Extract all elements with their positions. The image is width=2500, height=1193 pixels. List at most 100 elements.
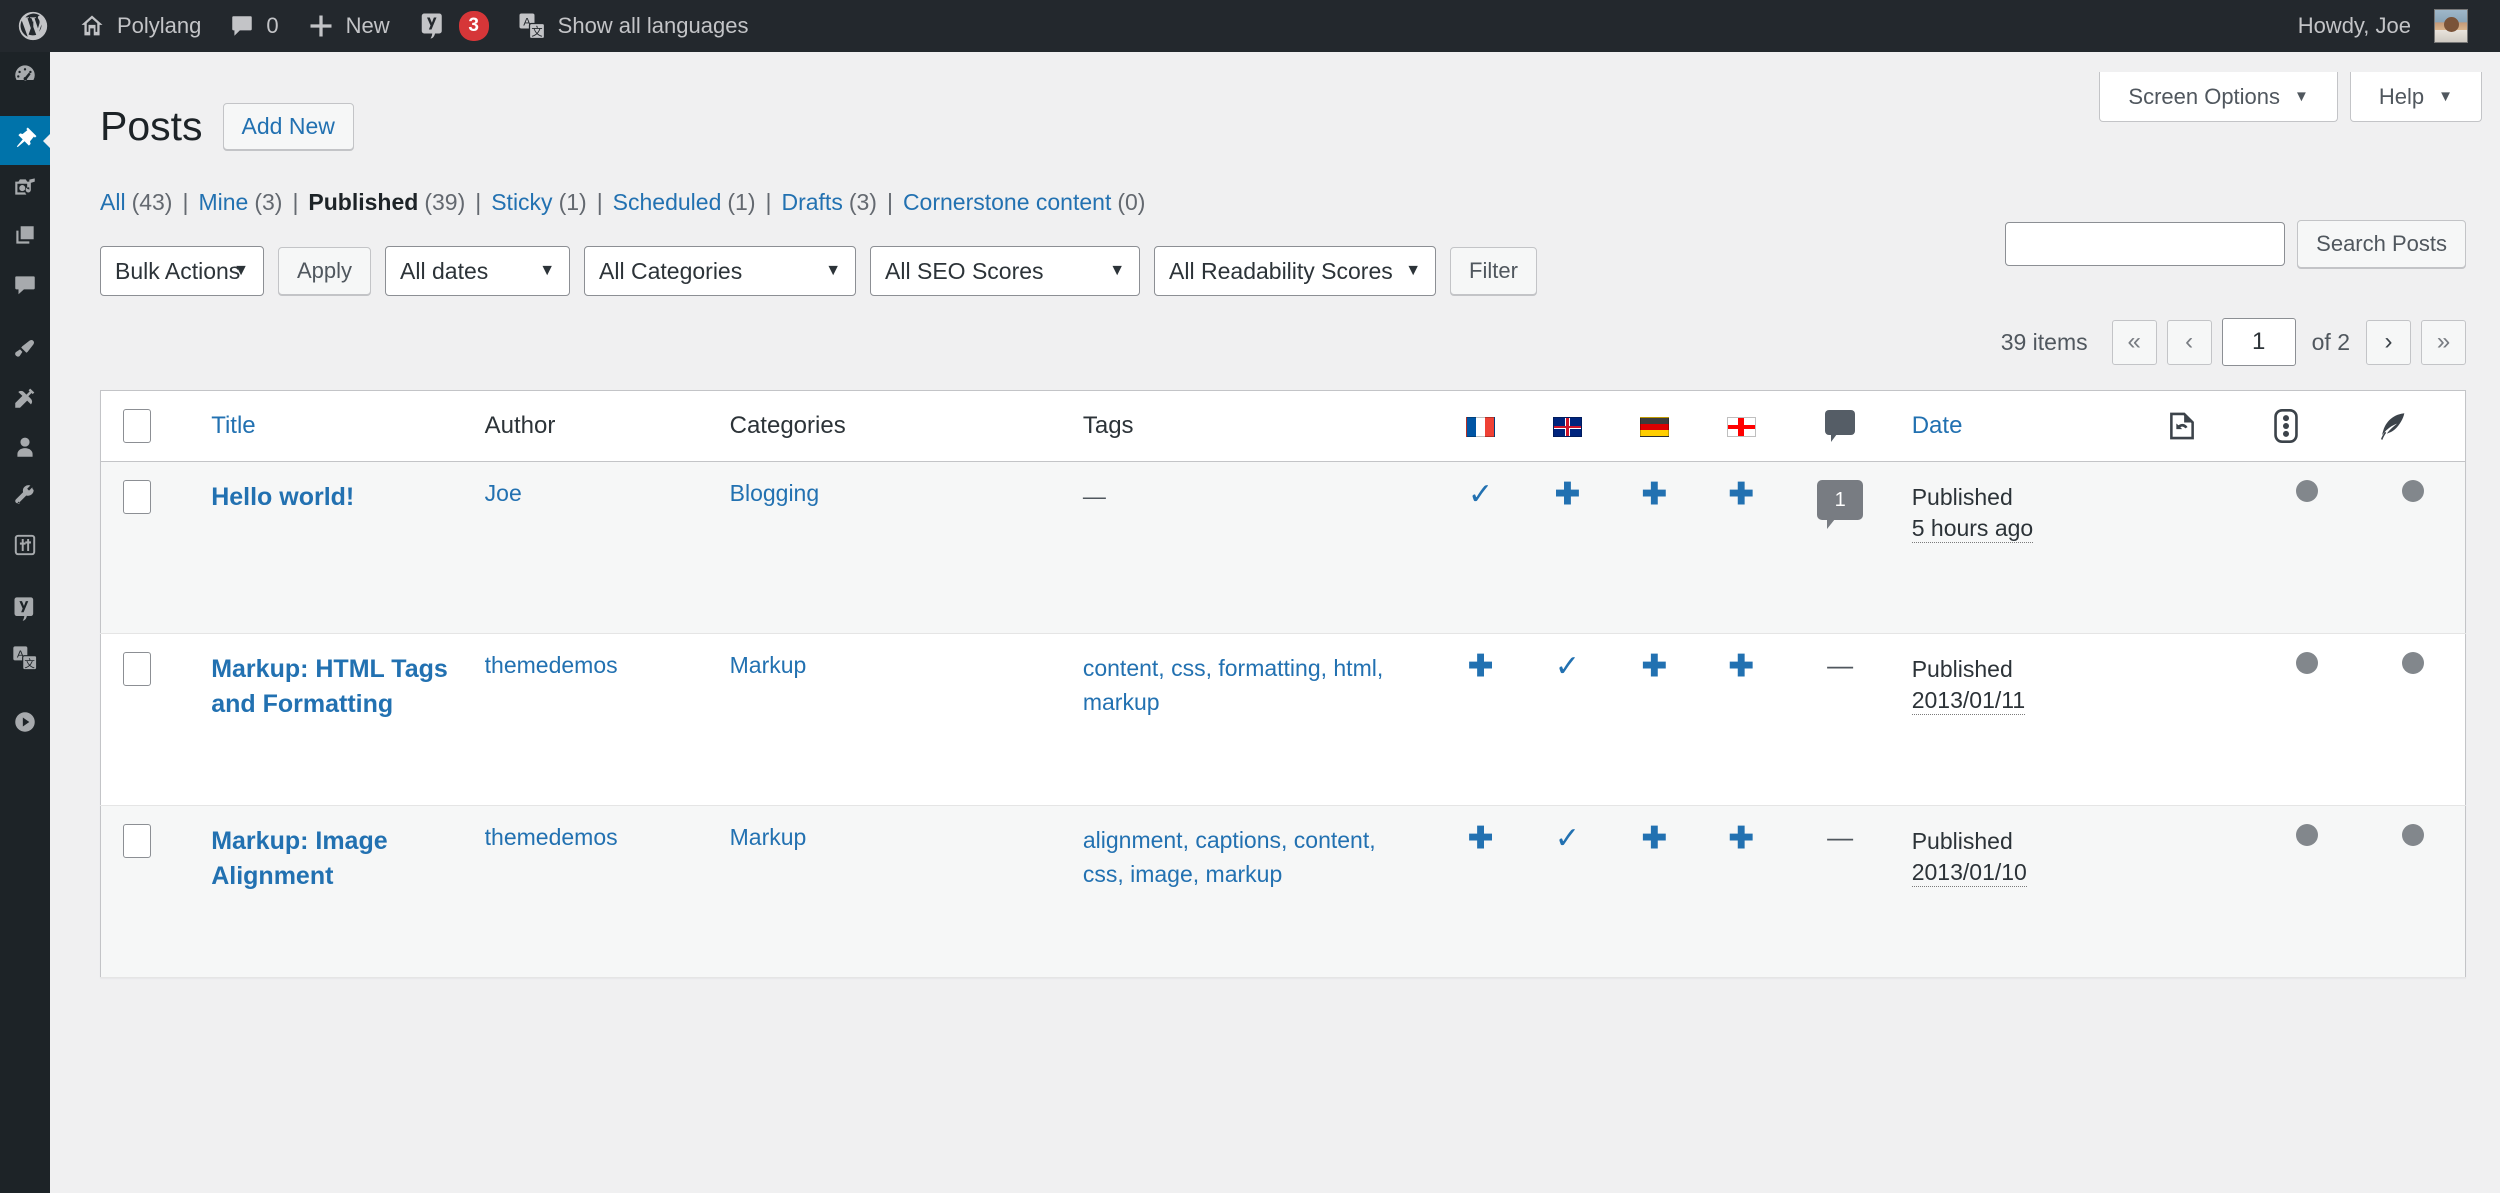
post-author-link[interactable]: Joe xyxy=(485,480,522,506)
column-language-english[interactable] xyxy=(1524,390,1611,463)
sidebar-item-plugins[interactable] xyxy=(0,376,50,425)
sidebar-item-settings[interactable] xyxy=(0,523,50,572)
post-tags-link[interactable]: content, css, formatting, html, markup xyxy=(1083,655,1383,714)
view-scheduled-link[interactable]: Scheduled xyxy=(613,189,722,215)
row-select-cell xyxy=(100,461,196,635)
row-language-english-cell[interactable]: ✚ xyxy=(1524,461,1611,635)
bulk-actions-select[interactable]: Bulk Actions ▼ xyxy=(100,246,264,297)
post-author-link[interactable]: themedemos xyxy=(485,824,618,850)
view-mine-link[interactable]: Mine xyxy=(198,189,248,215)
row-checkbox[interactable] xyxy=(123,480,151,515)
view-drafts[interactable]: Drafts (3) xyxy=(781,189,876,216)
sidebar-item-languages[interactable]: A 文 xyxy=(0,636,50,685)
column-title[interactable]: Title xyxy=(195,390,469,463)
post-title-link[interactable]: Markup: HTML Tags and Formatting xyxy=(211,652,452,722)
post-title-link[interactable]: Markup: Image Alignment xyxy=(211,824,452,894)
column-comments[interactable] xyxy=(1784,390,1896,463)
readability-score-dot xyxy=(2401,824,2424,847)
last-page-button[interactable]: » xyxy=(2421,319,2466,365)
add-new-button[interactable]: Add New xyxy=(222,103,354,151)
row-language-french-cell[interactable]: ✚ xyxy=(1437,805,1525,979)
view-all-link[interactable]: All xyxy=(100,189,126,215)
view-mine[interactable]: Mine (3) xyxy=(198,189,282,216)
sidebar-item-yoast-seo[interactable] xyxy=(0,587,50,636)
post-tags-link[interactable]: alignment, captions, content, css, image… xyxy=(1083,827,1376,886)
sidebar-item-users[interactable] xyxy=(0,425,50,474)
yoast-seo-menu[interactable]: 3 xyxy=(404,0,503,52)
post-title-link[interactable]: Hello world! xyxy=(211,480,354,515)
row-language-german-cell[interactable]: ✚ xyxy=(1610,805,1698,979)
site-name-menu[interactable]: Polylang xyxy=(64,0,215,52)
column-date[interactable]: Date xyxy=(1895,390,2150,463)
row-seo-score-cell[interactable] xyxy=(2254,805,2361,979)
view-sticky-link[interactable]: Sticky xyxy=(491,189,552,215)
row-language-french-cell[interactable]: ✓ xyxy=(1437,461,1525,635)
column-yoast-page[interactable] xyxy=(2149,390,2255,463)
prev-page-button[interactable]: ‹ xyxy=(2166,319,2212,365)
search-posts-button[interactable]: Search Posts xyxy=(2297,220,2466,268)
screen-options-button[interactable]: Screen Options ▼ xyxy=(2099,72,2338,122)
first-page-button[interactable]: « xyxy=(2111,319,2157,365)
row-comments-cell[interactable]: 1 xyxy=(1784,461,1896,635)
row-readability-score-cell[interactable] xyxy=(2360,461,2466,635)
row-language-english-cell[interactable]: ✓ xyxy=(1524,805,1611,979)
post-category-link[interactable]: Markup xyxy=(730,652,807,678)
apply-button[interactable]: Apply xyxy=(278,247,372,296)
sidebar-item-pages[interactable] xyxy=(0,214,50,263)
row-language-french-cell[interactable]: ✚ xyxy=(1437,633,1525,807)
comments-menu[interactable]: 0 xyxy=(215,0,292,52)
view-all[interactable]: All (43) xyxy=(100,189,172,216)
column-seo-score[interactable] xyxy=(2254,390,2361,463)
post-author-link[interactable]: themedemos xyxy=(485,652,618,678)
sidebar-item-media[interactable] xyxy=(0,165,50,214)
column-language-french[interactable] xyxy=(1437,390,1525,463)
row-seo-score-cell[interactable] xyxy=(2254,633,2361,807)
column-date-label[interactable]: Date xyxy=(1912,412,1963,439)
view-cornerstone-link[interactable]: Cornerstone content xyxy=(903,189,1111,215)
next-page-button[interactable]: › xyxy=(2366,319,2411,365)
row-checkbox[interactable] xyxy=(123,652,151,687)
view-sticky[interactable]: Sticky (1) xyxy=(491,189,586,216)
new-content-menu[interactable]: New xyxy=(293,0,404,52)
row-yoast-page-cell xyxy=(2149,805,2255,979)
row-readability-score-cell[interactable] xyxy=(2360,805,2466,979)
languages-menu[interactable]: A 文 Show all languages xyxy=(503,0,763,52)
view-cornerstone[interactable]: Cornerstone content (0) xyxy=(903,189,1146,216)
select-all-checkbox[interactable] xyxy=(123,409,151,444)
row-seo-score-cell[interactable] xyxy=(2254,461,2361,635)
readability-score-filter-select[interactable]: All Readability Scores ▼ xyxy=(1154,246,1437,297)
current-page-input[interactable] xyxy=(2221,318,2296,367)
post-category-link[interactable]: Blogging xyxy=(730,480,820,506)
sidebar-item-posts[interactable] xyxy=(0,116,51,165)
category-filter-select[interactable]: All Categories ▼ xyxy=(584,246,857,297)
view-scheduled[interactable]: Scheduled (1) xyxy=(613,189,756,216)
wp-logo-menu[interactable] xyxy=(0,0,64,52)
post-category-link[interactable]: Markup xyxy=(730,824,807,850)
view-drafts-link[interactable]: Drafts xyxy=(781,189,842,215)
row-readability-score-cell[interactable] xyxy=(2360,633,2466,807)
view-published[interactable]: Published (39) xyxy=(308,189,465,216)
seo-score-filter-select[interactable]: All SEO Scores ▼ xyxy=(870,246,1141,297)
sidebar-item-tools[interactable] xyxy=(0,474,50,523)
help-button[interactable]: Help ▼ xyxy=(2349,72,2482,122)
my-account-menu[interactable]: Howdy, Joe xyxy=(2284,0,2482,52)
date-filter-select[interactable]: All dates ▼ xyxy=(385,246,571,297)
row-language-georgian-cell[interactable]: ✚ xyxy=(1697,633,1785,807)
column-readability-score[interactable] xyxy=(2360,390,2466,463)
sidebar-item-appearance[interactable] xyxy=(0,327,50,376)
sidebar-item-comments[interactable] xyxy=(0,263,50,312)
filter-button[interactable]: Filter xyxy=(1450,247,1537,296)
row-language-georgian-cell[interactable]: ✚ xyxy=(1697,805,1785,979)
row-language-german-cell[interactable]: ✚ xyxy=(1610,633,1698,807)
sidebar-item-media-player[interactable] xyxy=(0,700,50,749)
column-language-german[interactable] xyxy=(1610,390,1698,463)
search-input[interactable] xyxy=(2005,222,2286,266)
row-checkbox[interactable] xyxy=(123,824,151,859)
column-language-georgian[interactable] xyxy=(1697,390,1785,463)
column-title-label[interactable]: Title xyxy=(211,412,255,439)
sidebar-item-dashboard[interactable] xyxy=(0,52,50,101)
row-language-german-cell[interactable]: ✚ xyxy=(1610,461,1698,635)
view-published-link[interactable]: Published xyxy=(308,189,418,215)
row-language-georgian-cell[interactable]: ✚ xyxy=(1697,461,1785,635)
row-language-english-cell[interactable]: ✓ xyxy=(1524,633,1611,807)
